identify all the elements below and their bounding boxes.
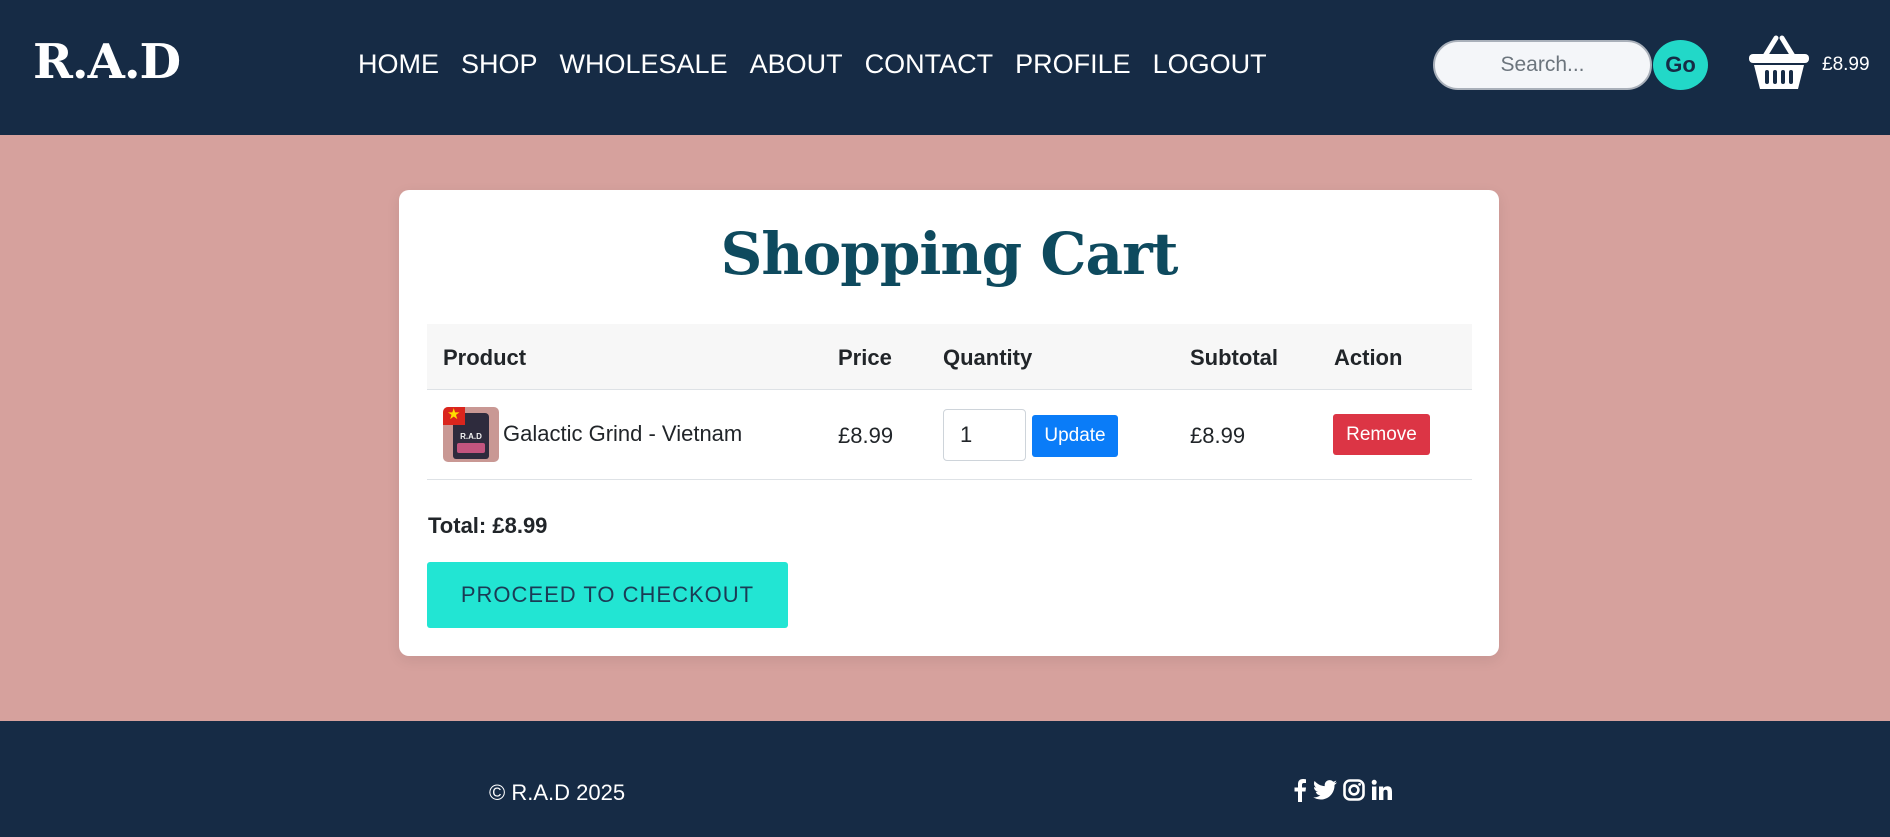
search-go-button[interactable]: Go — [1653, 40, 1708, 90]
quantity-input[interactable] — [943, 409, 1026, 461]
cart-total-amount[interactable]: £8.99 — [1822, 54, 1870, 76]
bag-label: R.A.D — [460, 432, 482, 441]
nav-contact[interactable]: CONTACT — [865, 47, 994, 81]
bag-accent — [457, 443, 485, 453]
linkedin-icon[interactable] — [1371, 779, 1393, 801]
navbar: R.A.D HOME SHOP WHOLESALE ABOUT CONTACT … — [0, 0, 1890, 135]
column-quantity: Quantity — [943, 345, 1033, 370]
column-price: Price — [838, 345, 892, 370]
nav-profile[interactable]: PROFILE — [1015, 47, 1131, 81]
table-header: Product Price Quantity Subtotal Action — [427, 324, 1472, 390]
cart-card: Shopping Cart Product Price Quantity Sub… — [399, 190, 1499, 656]
update-button[interactable]: Update — [1032, 415, 1118, 457]
column-product: Product — [443, 345, 527, 370]
star-icon: ★ — [447, 407, 461, 423]
product-price: £8.99 — [838, 423, 894, 448]
product-name: Galactic Grind - Vietnam — [503, 421, 743, 446]
remove-button[interactable]: Remove — [1333, 414, 1430, 455]
copyright-text: © R.A.D 2025 — [489, 780, 626, 805]
nav-shop[interactable]: SHOP — [461, 47, 538, 81]
basket-icon[interactable] — [1748, 34, 1810, 90]
facebook-icon[interactable] — [1293, 778, 1307, 802]
cart-total: Total: £8.99 — [428, 513, 548, 538]
checkout-button[interactable]: PROCEED TO CHECKOUT — [427, 562, 788, 628]
cart-table: Product Price Quantity Subtotal Action R… — [427, 324, 1472, 480]
footer: © R.A.D 2025 — [0, 721, 1890, 837]
nav-wholesale[interactable]: WHOLESALE — [560, 47, 728, 81]
social-links — [1293, 778, 1393, 802]
nav-home[interactable]: HOME — [358, 47, 439, 81]
search-input[interactable] — [1433, 40, 1652, 90]
column-subtotal: Subtotal — [1190, 345, 1278, 370]
product-subtotal: £8.99 — [1190, 423, 1246, 448]
main-nav: HOME SHOP WHOLESALE ABOUT CONTACT PROFIL… — [358, 47, 1267, 81]
instagram-icon[interactable] — [1343, 779, 1365, 801]
page-title: Shopping Cart — [720, 220, 1179, 288]
twitter-icon[interactable] — [1313, 779, 1337, 801]
nav-logout[interactable]: LOGOUT — [1153, 47, 1267, 81]
site-logo[interactable]: R.A.D — [33, 34, 181, 90]
table-row: R.A.D ★ Galactic Grind - Vietnam £8.99 U… — [427, 390, 1472, 480]
column-action: Action — [1334, 345, 1403, 370]
product-thumbnail: R.A.D ★ — [443, 407, 499, 462]
nav-about[interactable]: ABOUT — [750, 47, 843, 81]
vietnam-flag-icon: ★ — [443, 407, 465, 425]
